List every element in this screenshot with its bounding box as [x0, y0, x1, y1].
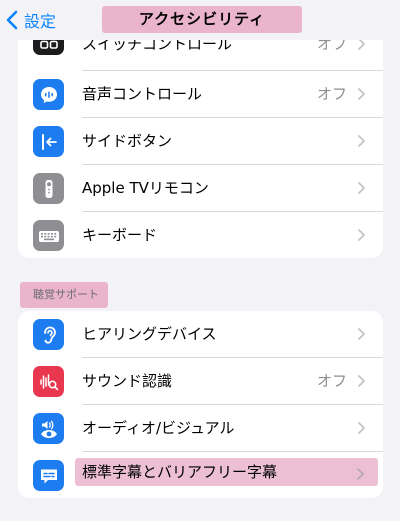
- row-value: オフ: [316, 372, 347, 390]
- chevron-right-icon: [358, 135, 365, 147]
- row-label: オーディオ/ビジュアル: [82, 419, 235, 437]
- audio-visual-icon: [33, 413, 64, 444]
- motor-settings-group: スイッチコントロール オフ 音声コントロール オフ サイドボタン Apple T…: [18, 24, 383, 258]
- ear-icon: [33, 319, 64, 350]
- row-label: 標準字幕とバリアフリー字幕: [82, 463, 278, 481]
- chevron-right-icon: [358, 328, 365, 340]
- row-voice-control[interactable]: 音声コントロール オフ: [18, 71, 383, 117]
- row-sound-recognition[interactable]: サウンド認識 オフ: [18, 358, 383, 404]
- chevron-right-icon: [358, 422, 365, 434]
- row-label: ヒアリングデバイス: [82, 325, 217, 343]
- row-side-button[interactable]: サイドボタン: [18, 118, 383, 164]
- page-title: アクセシビリティ: [138, 10, 266, 28]
- subtitles-icon: [33, 460, 64, 491]
- row-label: キーボード: [82, 226, 158, 244]
- row-audio-visual[interactable]: オーディオ/ビジュアル: [18, 405, 383, 451]
- row-value: オフ: [316, 85, 347, 103]
- chevron-right-icon: [358, 182, 365, 194]
- row-label: 音声コントロール: [82, 85, 203, 103]
- row-apple-tv-remote[interactable]: Apple TVリモコン: [18, 165, 383, 211]
- row-label: サイドボタン: [82, 132, 173, 150]
- row-hearing-devices[interactable]: ヒアリングデバイス: [18, 311, 383, 357]
- section-header-hearing: 聴覚サポート: [33, 288, 99, 301]
- row-keyboard[interactable]: キーボード: [18, 212, 383, 258]
- keyboard-icon: [33, 220, 64, 251]
- back-label: 設定: [24, 12, 57, 31]
- chevron-right-icon: [358, 88, 365, 100]
- sound-recognition-icon: [33, 366, 64, 397]
- side-button-icon: [33, 126, 64, 157]
- navigation-bar: 設定 アクセシビリティ: [0, 0, 400, 40]
- chevron-right-icon: [358, 229, 365, 241]
- back-button[interactable]: 設定: [6, 7, 56, 33]
- chevron-right-icon: [358, 375, 365, 387]
- row-label: Apple TVリモコン: [82, 179, 209, 197]
- chevron-left-icon: [6, 10, 18, 30]
- voice-control-icon: [33, 79, 64, 110]
- apple-tv-remote-icon: [33, 173, 64, 204]
- row-label: サウンド認識: [82, 372, 173, 390]
- chevron-right-icon: [357, 468, 364, 480]
